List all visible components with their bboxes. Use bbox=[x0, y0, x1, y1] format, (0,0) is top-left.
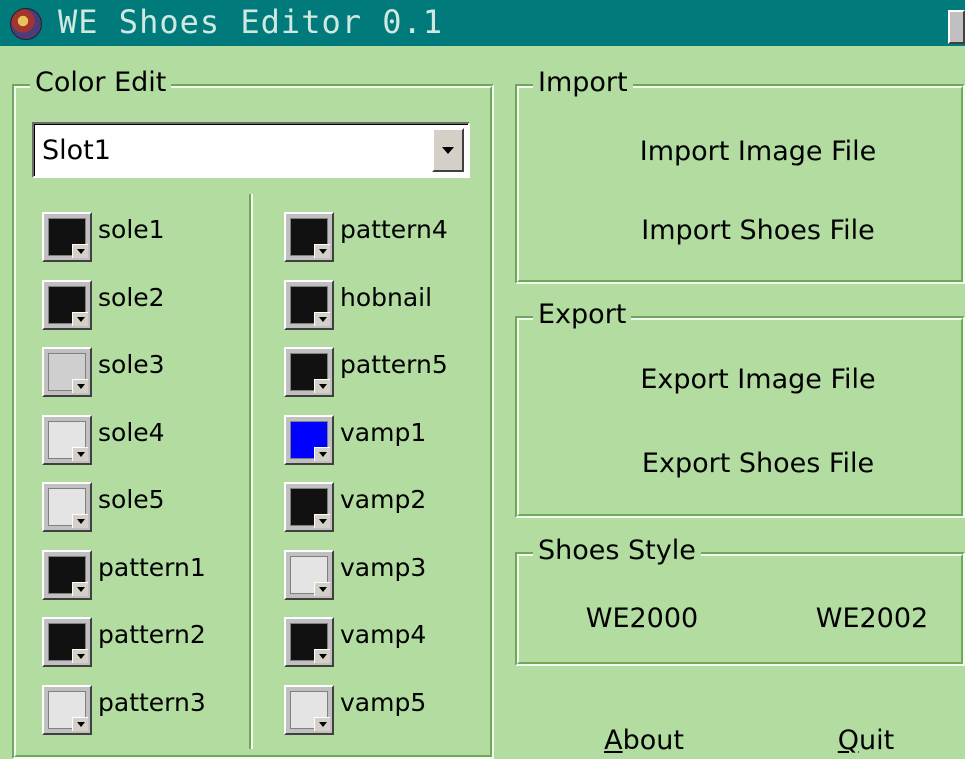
color-swatch-button[interactable] bbox=[42, 280, 92, 330]
color-swatch-button[interactable] bbox=[42, 347, 92, 397]
swatch-label: pattern4 bbox=[340, 215, 448, 244]
export-group: Export bbox=[515, 298, 965, 518]
import-group: Import bbox=[515, 66, 965, 284]
chevron-down-icon[interactable] bbox=[72, 447, 88, 461]
swatch-label: sole1 bbox=[98, 215, 165, 244]
color-swatch-button[interactable] bbox=[284, 212, 334, 262]
swatch-label: pattern2 bbox=[98, 620, 206, 649]
chevron-down-icon[interactable] bbox=[72, 649, 88, 663]
chevron-down-icon[interactable] bbox=[314, 514, 330, 528]
chevron-down-icon[interactable] bbox=[72, 379, 88, 393]
color-swatch-button[interactable] bbox=[42, 212, 92, 262]
import-shoes-button[interactable]: Import Shoes File bbox=[600, 214, 916, 248]
swatch-label: vamp2 bbox=[340, 485, 427, 514]
swatch-label: sole3 bbox=[98, 350, 165, 379]
swatch-label: hobnail bbox=[340, 283, 433, 312]
swatch-label: pattern3 bbox=[98, 688, 206, 717]
chevron-down-icon[interactable] bbox=[314, 312, 330, 326]
chevron-down-icon[interactable] bbox=[72, 312, 88, 326]
chevron-down-icon[interactable] bbox=[314, 717, 330, 731]
swatch-label: vamp3 bbox=[340, 553, 427, 582]
export-shoes-button[interactable]: Export Shoes File bbox=[600, 447, 916, 481]
color-swatch-button[interactable] bbox=[284, 617, 334, 667]
style-we2000-button[interactable]: WE2000 bbox=[566, 602, 718, 636]
swatch-label: sole4 bbox=[98, 418, 165, 447]
about-button[interactable]: About bbox=[582, 724, 706, 758]
color-swatch-button[interactable] bbox=[284, 347, 334, 397]
chevron-down-icon[interactable] bbox=[72, 717, 88, 731]
chevron-down-icon[interactable] bbox=[72, 244, 88, 258]
color-swatch-button[interactable] bbox=[284, 415, 334, 465]
window-title: WE Shoes Editor 0.1 bbox=[58, 3, 444, 41]
swatch-label: vamp4 bbox=[340, 620, 427, 649]
chevron-down-icon[interactable] bbox=[314, 244, 330, 258]
chevron-down-icon[interactable] bbox=[314, 379, 330, 393]
quit-button[interactable]: Quit bbox=[816, 724, 916, 758]
color-swatch-button[interactable] bbox=[42, 550, 92, 600]
chevron-down-icon[interactable] bbox=[314, 447, 330, 461]
swatch-label: vamp1 bbox=[340, 418, 427, 447]
chevron-down-icon[interactable] bbox=[314, 582, 330, 596]
color-swatch-button[interactable] bbox=[284, 550, 334, 600]
import-legend: Import bbox=[533, 66, 633, 100]
chevron-down-icon[interactable] bbox=[314, 649, 330, 663]
color-edit-legend: Color Edit bbox=[30, 66, 172, 100]
export-image-button[interactable]: Export Image File bbox=[600, 363, 916, 397]
swatch-label: vamp5 bbox=[340, 688, 427, 717]
title-bar: WE Shoes Editor 0.1 bbox=[0, 0, 965, 46]
color-swatch-button[interactable] bbox=[42, 617, 92, 667]
swatch-label: pattern5 bbox=[340, 350, 448, 379]
app-icon[interactable] bbox=[10, 8, 42, 40]
style-we2002-button[interactable]: WE2002 bbox=[796, 602, 948, 636]
window-control-button[interactable] bbox=[948, 10, 965, 44]
column-divider bbox=[249, 194, 253, 749]
chevron-down-icon[interactable] bbox=[432, 128, 464, 172]
color-swatch-button[interactable] bbox=[284, 685, 334, 735]
swatch-label: sole5 bbox=[98, 485, 165, 514]
swatch-label: pattern1 bbox=[98, 553, 206, 582]
slot-select-value: Slot1 bbox=[42, 135, 111, 166]
color-swatch-button[interactable] bbox=[284, 280, 334, 330]
chevron-down-icon[interactable] bbox=[72, 514, 88, 528]
swatch-label: sole2 bbox=[98, 283, 165, 312]
chevron-down-icon[interactable] bbox=[72, 582, 88, 596]
color-swatch-button[interactable] bbox=[42, 685, 92, 735]
color-swatch-button[interactable] bbox=[42, 482, 92, 532]
shoes-style-legend: Shoes Style bbox=[533, 534, 701, 568]
import-image-button[interactable]: Import Image File bbox=[600, 135, 916, 169]
color-swatch-button[interactable] bbox=[284, 482, 334, 532]
export-legend: Export bbox=[533, 298, 632, 332]
color-swatch-button[interactable] bbox=[42, 415, 92, 465]
slot-select[interactable]: Slot1 bbox=[32, 122, 470, 178]
